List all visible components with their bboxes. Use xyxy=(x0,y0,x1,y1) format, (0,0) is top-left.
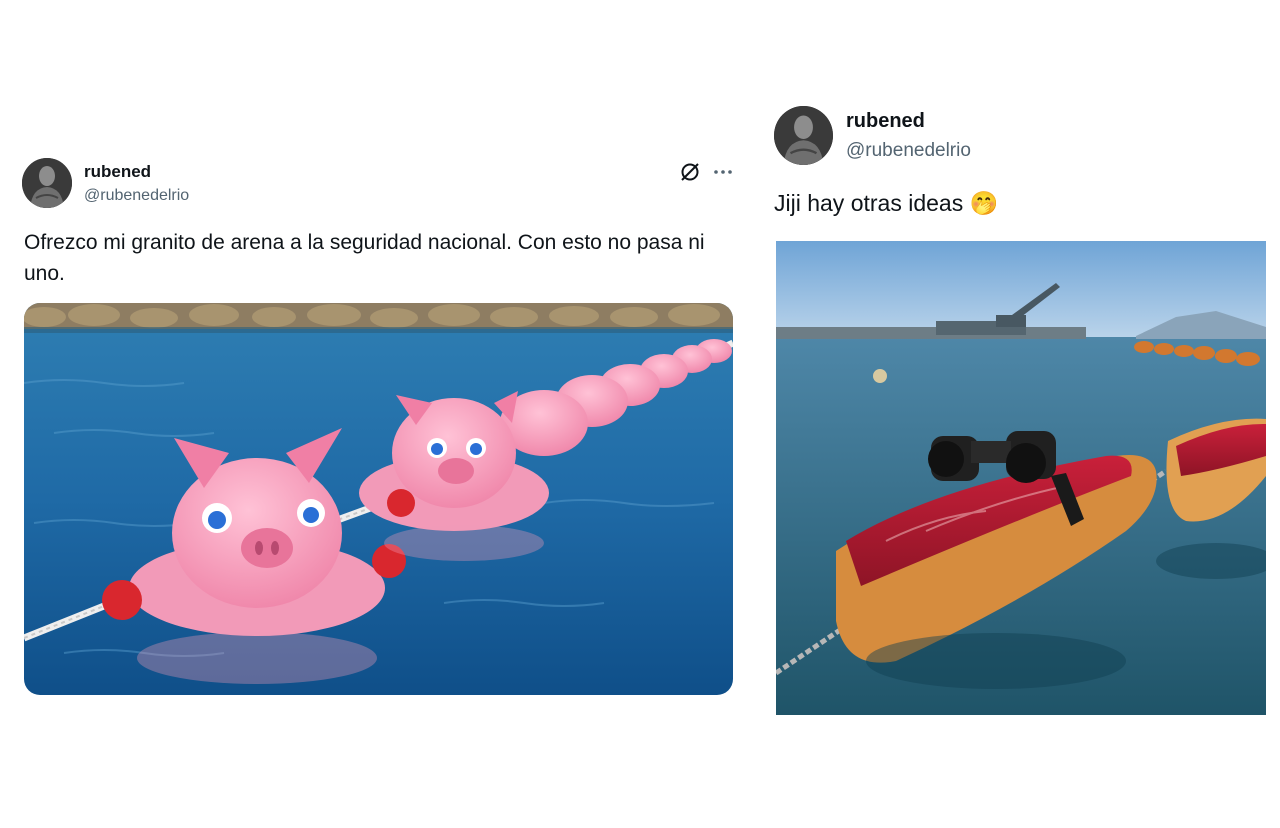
display-name[interactable]: rubened xyxy=(846,110,925,133)
display-name[interactable]: rubened xyxy=(84,162,151,182)
user-handle[interactable]: @rubenedelrio xyxy=(84,187,189,205)
avatar[interactable] xyxy=(22,158,72,208)
pig-buoys-photo[interactable] xyxy=(24,303,733,695)
avatar[interactable] xyxy=(774,106,833,165)
grok-icon[interactable] xyxy=(679,161,701,183)
tweet-left: rubened @rubenedelrio Ofrezco mi granito… xyxy=(0,0,760,828)
tweet-text: Ofrezco mi granito de arena a la segurid… xyxy=(24,231,705,285)
more-options-icon[interactable] xyxy=(712,161,734,183)
ham-buoys-photo[interactable] xyxy=(776,241,1266,715)
hand-over-mouth-emoji-icon: 🤭 xyxy=(969,191,999,217)
tweet-text-body: Jiji hay otras ideas xyxy=(774,190,964,216)
user-handle[interactable]: @rubenedelrio xyxy=(846,140,971,162)
tweet-text: Jiji hay otras ideas 🤭 xyxy=(774,188,998,220)
tweet-right: rubened @rubenedelrio Jiji hay otras ide… xyxy=(760,0,1280,828)
